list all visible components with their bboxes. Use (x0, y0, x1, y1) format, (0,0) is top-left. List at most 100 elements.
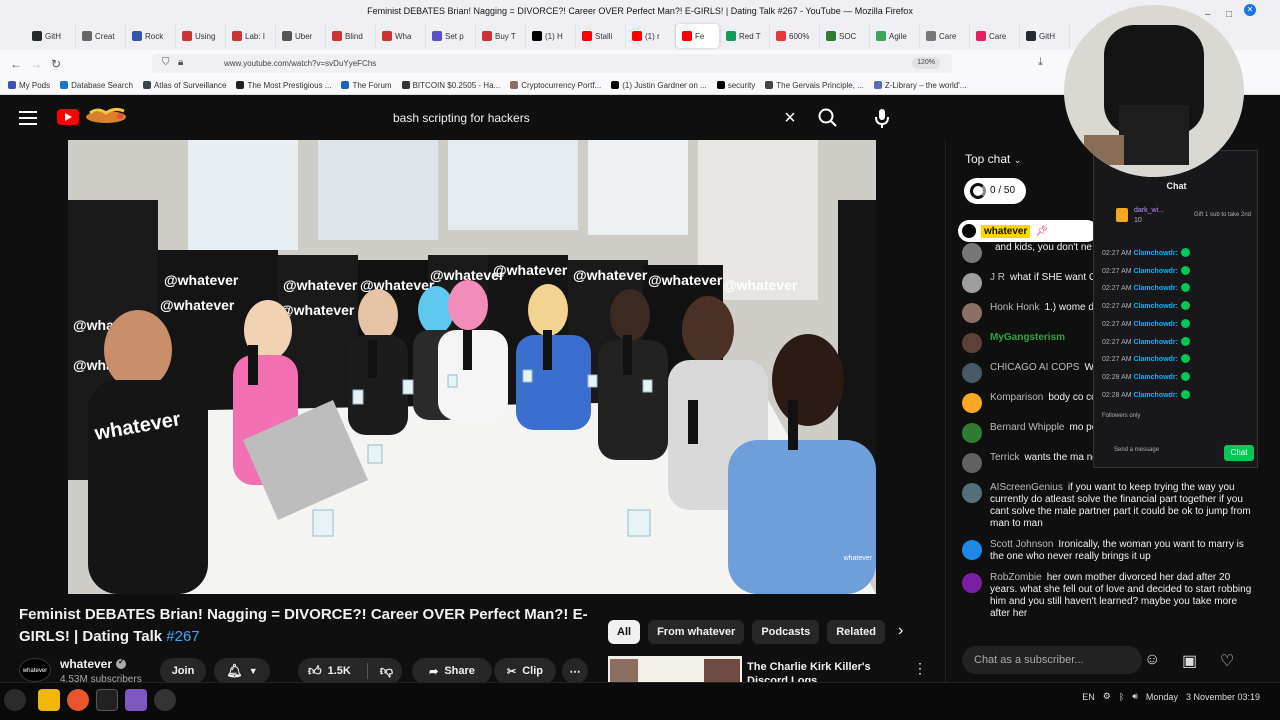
browser-tab[interactable]: (1) H (526, 24, 576, 48)
chat-avatar[interactable] (962, 483, 982, 503)
terminal-icon[interactable] (96, 689, 118, 711)
menu-icon[interactable] (19, 111, 37, 125)
super-chat-icon[interactable]: ▣ (1182, 651, 1197, 671)
shield-icon[interactable]: ⛉ (162, 57, 170, 68)
chat-input[interactable]: Chat as a subscriber... (962, 646, 1142, 674)
clock-datetime[interactable]: 3 November 03:19 (1186, 692, 1260, 702)
overlay-username[interactable]: Clamchowdr: (1134, 392, 1178, 399)
browser-tab[interactable]: Care (970, 24, 1020, 48)
browser-tab[interactable]: 600% (770, 24, 820, 48)
keyboard-language[interactable]: EN (1082, 692, 1095, 702)
overlay-username[interactable]: Clamchowdr: (1134, 250, 1178, 257)
chat-avatar[interactable] (962, 333, 982, 353)
video-hashtag[interactable]: #267 (166, 628, 199, 645)
firefox-icon[interactable] (67, 689, 89, 711)
chat-avatar[interactable] (962, 303, 982, 323)
chat-author[interactable]: AIScreenGenius (990, 482, 1063, 493)
search-input[interactable] (380, 102, 810, 134)
bluetooth-icon[interactable]: ᛒ (1119, 692, 1124, 702)
bookmark-item[interactable]: BITCOIN $0.2505 - Ha... (401, 81, 500, 90)
bookmark-item[interactable]: Cryptocurrency Portf... (510, 81, 601, 90)
join-button[interactable]: Join (160, 658, 206, 684)
chat-author[interactable]: RobZombie (990, 572, 1042, 583)
browser-tab[interactable]: GitH (1020, 24, 1070, 48)
overlay-username[interactable]: Clamchowdr: (1134, 321, 1178, 328)
filter-chip[interactable]: All (608, 620, 641, 644)
chat-avatar[interactable] (962, 363, 982, 383)
chat-avatar[interactable] (962, 573, 982, 593)
chat-author[interactable]: J R (990, 272, 1005, 283)
filter-chip[interactable]: Related (827, 620, 885, 644)
channel-name-text[interactable]: whatever (60, 657, 112, 671)
browser-tab[interactable]: SOC (820, 24, 870, 48)
recommendation-title[interactable]: The Charlie Kirk Killer's Discord Logs (747, 660, 907, 682)
browser-tab[interactable]: Red T (720, 24, 770, 48)
browser-tab[interactable]: Blind (326, 24, 376, 48)
volume-icon[interactable]: 🔊︎ (1132, 691, 1138, 702)
url-bar[interactable]: www.youtube.com/watch?v=svDuYyeFChs 120% (152, 54, 952, 73)
bookmark-item[interactable]: The Forum (341, 81, 392, 90)
microphone-icon[interactable] (868, 104, 896, 132)
chat-avatar[interactable] (962, 453, 982, 473)
bookmark-item[interactable]: (1) Justin Gardner on ... (611, 81, 707, 90)
share-button[interactable]: ➦ Share (412, 658, 492, 684)
browser-tab[interactable]: Stalli (576, 24, 626, 48)
bookmark-item[interactable]: My Pods (8, 81, 50, 90)
clock-day[interactable]: Monday (1146, 692, 1178, 702)
chat-avatar[interactable] (962, 423, 982, 443)
browser-tab[interactable]: Creat (76, 24, 126, 48)
subscribed-button[interactable]: 🔔︎ ▼ (214, 658, 270, 684)
channel-points[interactable]: 0 / 50 (964, 178, 1026, 204)
browser-tab[interactable]: Rock (126, 24, 176, 48)
search-icon[interactable] (814, 104, 842, 132)
chat-author[interactable]: Scott Johnson (990, 539, 1053, 550)
heart-icon[interactable]: ♡ (1220, 651, 1234, 671)
lock-icon[interactable]: 🔒︎ (178, 57, 183, 68)
send-message-input[interactable]: Send a message (1114, 447, 1164, 454)
overlay-username[interactable]: Clamchowdr: (1134, 374, 1178, 381)
network-icon[interactable]: ⚙ (1103, 691, 1111, 702)
bookmark-item[interactable]: Z-Library – the world'... (873, 81, 966, 90)
channel-avatar[interactable]: whatever (19, 658, 51, 682)
clear-search-icon[interactable]: × (779, 107, 801, 129)
download-icon[interactable]: ⤓ (1038, 56, 1043, 69)
browser-tab[interactable]: Using (176, 24, 226, 48)
chat-author[interactable]: MyGangsterism (990, 332, 1065, 343)
chat-avatar[interactable] (962, 393, 982, 413)
zoom-level[interactable]: 120% (912, 57, 940, 69)
filter-chip[interactable]: From whatever (648, 620, 745, 644)
overlay-username[interactable]: Clamchowdr: (1134, 303, 1178, 310)
back-icon[interactable]: ← (6, 57, 26, 71)
browser-tab[interactable]: Care (920, 24, 970, 48)
thumbs-down-icon[interactable]: 👎︎ (380, 663, 393, 679)
chat-author[interactable]: Bernard Whipple (990, 422, 1064, 433)
settings-icon[interactable] (154, 689, 176, 711)
video-player[interactable]: @whatever @whatever @whatever @whatever … (68, 140, 876, 594)
recommendation-thumbnail[interactable] (608, 656, 742, 682)
overlay-username[interactable]: Clamchowdr: (1134, 285, 1178, 292)
gift-text[interactable]: Gift 1 sub to take 2nd (1194, 211, 1254, 219)
recommendation-menu-icon[interactable]: ⋮ (913, 660, 927, 677)
youtube-logo[interactable] (57, 109, 79, 125)
search-box[interactable] (380, 102, 810, 134)
browser-tab[interactable]: Wha (376, 24, 426, 48)
pinned-message[interactable]: whatever 📌︎ (958, 220, 1098, 242)
browser-tab[interactable]: Buy T (476, 24, 526, 48)
browser-tab[interactable]: Uber (276, 24, 326, 48)
overlay-username[interactable]: Clamchowdr: (1134, 268, 1178, 275)
bookmark-item[interactable]: The Gervais Principle, ... (765, 81, 864, 90)
chat-avatar[interactable] (962, 540, 982, 560)
browser-tab[interactable]: (1) r (626, 24, 676, 48)
chat-author[interactable]: Honk Honk (990, 302, 1039, 313)
browser-tab[interactable]: GitH (26, 24, 76, 48)
like-button[interactable]: 👍︎ 1.5K (308, 663, 351, 679)
forward-icon[interactable]: → (26, 57, 46, 71)
channel-name[interactable]: whatever (60, 657, 127, 671)
chat-author[interactable]: Terrick (990, 452, 1019, 463)
filter-chip[interactable]: Podcasts (752, 620, 820, 644)
browser-tab[interactable]: Fe (676, 24, 720, 48)
chat-author[interactable]: CHICAGO AI COPS (990, 362, 1079, 373)
start-menu-icon[interactable] (4, 689, 26, 711)
doodle-logo[interactable] (80, 105, 132, 127)
emoji-icon[interactable]: ☺ (1144, 651, 1160, 669)
